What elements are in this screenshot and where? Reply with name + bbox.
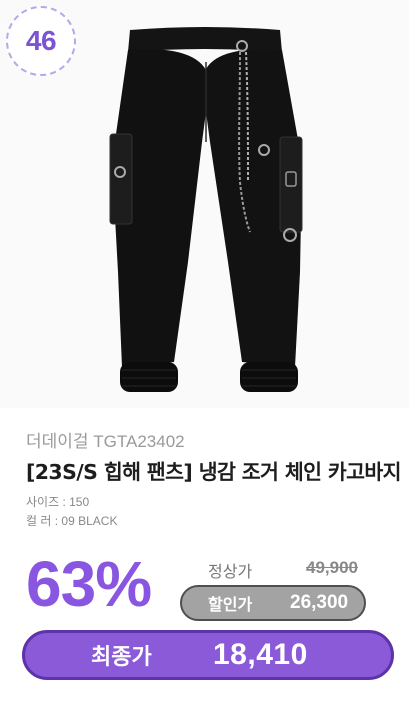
- sale-price-pill: 할인가 26,300: [180, 585, 366, 621]
- rank-number: 46: [25, 25, 57, 56]
- final-price: 18,410: [213, 638, 308, 671]
- final-price-pill[interactable]: 최종가 18,410: [22, 630, 394, 680]
- product-image-area[interactable]: 46: [0, 0, 409, 408]
- sale-price-label: 할인가: [208, 595, 253, 614]
- discount-rate: 63%: [26, 548, 152, 620]
- final-price-label: 최종가: [91, 645, 152, 670]
- sale-price: 26,300: [290, 592, 349, 613]
- product-title[interactable]: [23S/S 힙해 팬츠] 냉감 조거 체인 카고바지: [26, 455, 402, 485]
- color-option: 컬 러 : 09 BLACK: [26, 514, 118, 528]
- regular-price: 49,900: [306, 558, 358, 577]
- regular-price-label: 정상가: [208, 562, 253, 581]
- product-image-pants[interactable]: [90, 22, 320, 402]
- product-brand: 더데이걸 TGTA23402: [26, 432, 185, 451]
- product-card[interactable]: 46 더데이걸 TGTA23402 [23S/S 힙해 팬츠] 냉감 조거 체인…: [0, 0, 409, 714]
- rank-badge: 46: [6, 6, 76, 76]
- size-option: 사이즈 : 150: [26, 495, 90, 509]
